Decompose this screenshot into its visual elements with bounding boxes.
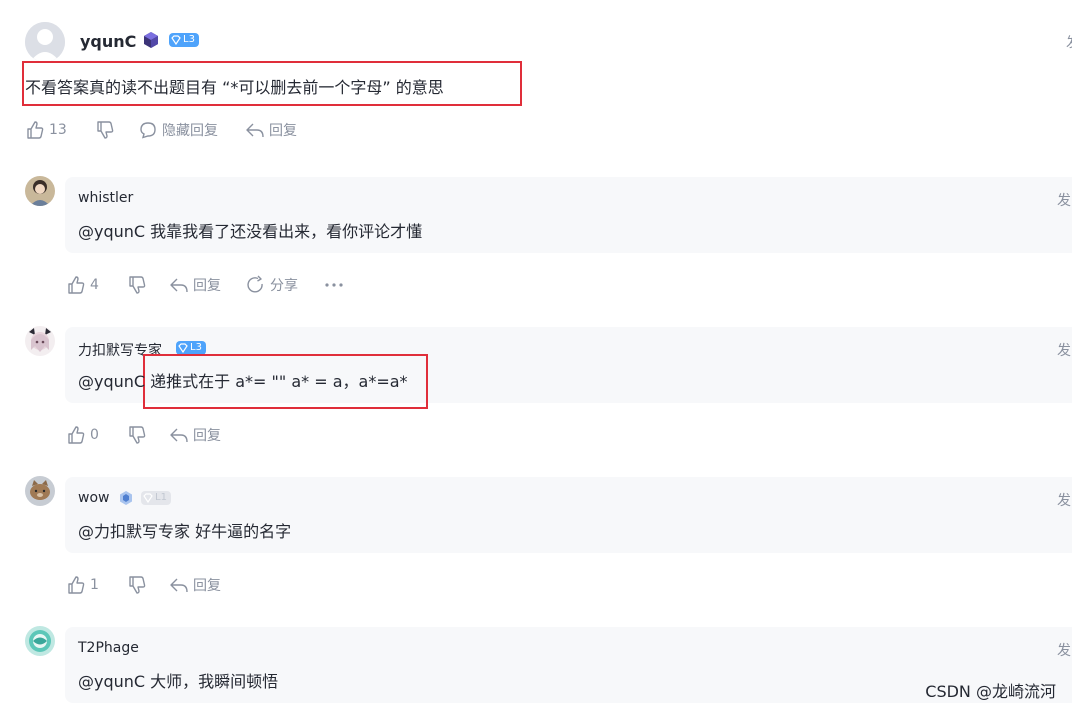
reply-button[interactable]: 回复 bbox=[169, 575, 221, 595]
reply-text: @yqunC 大师，我瞬间顿悟 bbox=[78, 672, 279, 691]
like-count: 0 bbox=[90, 427, 99, 443]
avatar[interactable] bbox=[25, 626, 55, 656]
watermark: CSDN @龙崎流河 bbox=[925, 682, 1056, 701]
comment-date: 发 bbox=[1057, 343, 1071, 359]
thumbs-down-icon bbox=[97, 121, 114, 139]
comment-icon bbox=[140, 122, 156, 139]
comment-date: 发 bbox=[1057, 643, 1071, 659]
hex-badge-icon bbox=[118, 490, 134, 506]
reply-icon bbox=[246, 123, 264, 138]
dislike-button[interactable] bbox=[127, 275, 147, 295]
diamond-icon bbox=[143, 493, 153, 503]
comment-text: 不看答案真的读不出题目有 “*可以删去前一个字母” 的意思 bbox=[25, 78, 444, 97]
comment-date: 发 bbox=[1066, 32, 1072, 52]
reply-text: @力扣默写专家 好牛逼的名字 bbox=[78, 522, 292, 541]
dislike-button[interactable] bbox=[127, 575, 147, 595]
username[interactable]: T2Phage bbox=[78, 640, 139, 656]
thumbs-up-icon bbox=[68, 576, 85, 594]
like-count: 4 bbox=[90, 277, 99, 293]
like-button[interactable]: 4 bbox=[66, 275, 99, 295]
reply-button[interactable]: 回复 bbox=[245, 120, 297, 140]
username[interactable]: whistler bbox=[78, 190, 133, 206]
dislike-button[interactable] bbox=[127, 425, 147, 445]
cube-badge-icon bbox=[142, 31, 160, 49]
thumbs-down-icon bbox=[129, 276, 146, 294]
thumbs-up-icon bbox=[68, 276, 85, 294]
reply-icon bbox=[170, 578, 188, 593]
share-button[interactable]: 分享 bbox=[246, 275, 298, 295]
thumbs-up-icon bbox=[68, 426, 85, 444]
reply-text: @yqunC 我靠我看了还没看出来，看你评论才懂 bbox=[78, 222, 423, 241]
username[interactable]: wow bbox=[78, 490, 109, 506]
like-button[interactable]: 1 bbox=[66, 575, 99, 595]
avatar[interactable] bbox=[25, 176, 55, 206]
like-button[interactable]: 0 bbox=[66, 425, 99, 445]
hide-replies-button[interactable]: 隐藏回复 bbox=[138, 120, 218, 140]
dislike-button[interactable] bbox=[95, 120, 115, 140]
like-count: 13 bbox=[49, 122, 67, 138]
diamond-icon bbox=[171, 35, 181, 45]
avatar[interactable] bbox=[25, 22, 65, 62]
level-badge: L3 bbox=[176, 341, 206, 355]
thumbs-down-icon bbox=[129, 426, 146, 444]
reply-icon bbox=[170, 428, 188, 443]
comment-thread: yqunC L3 发 不看答案真的读不出题目有 “*可以删去前一个字母” 的意思… bbox=[0, 0, 1072, 707]
reply-button[interactable]: 回复 bbox=[169, 275, 221, 295]
level-badge: L1 bbox=[141, 491, 171, 505]
avatar[interactable] bbox=[25, 476, 55, 506]
reply-text: @yqunC 递推式在于 a*= "" a* = a，a*=a* bbox=[78, 372, 408, 391]
more-icon bbox=[325, 283, 343, 287]
like-count: 1 bbox=[90, 577, 99, 593]
thumbs-up-icon bbox=[27, 121, 44, 139]
more-options-button[interactable] bbox=[324, 275, 344, 295]
reply-icon bbox=[170, 278, 188, 293]
comment-date: 发 bbox=[1057, 493, 1071, 509]
diamond-icon bbox=[178, 343, 188, 353]
level-badge: L3 bbox=[169, 33, 199, 47]
thumbs-down-icon bbox=[129, 576, 146, 594]
like-button[interactable]: 13 bbox=[25, 120, 67, 140]
share-icon bbox=[247, 275, 263, 293]
avatar[interactable] bbox=[25, 326, 55, 356]
comment-date: 发 bbox=[1057, 193, 1071, 209]
username[interactable]: yqunC bbox=[80, 32, 136, 51]
reply-button[interactable]: 回复 bbox=[169, 425, 221, 445]
